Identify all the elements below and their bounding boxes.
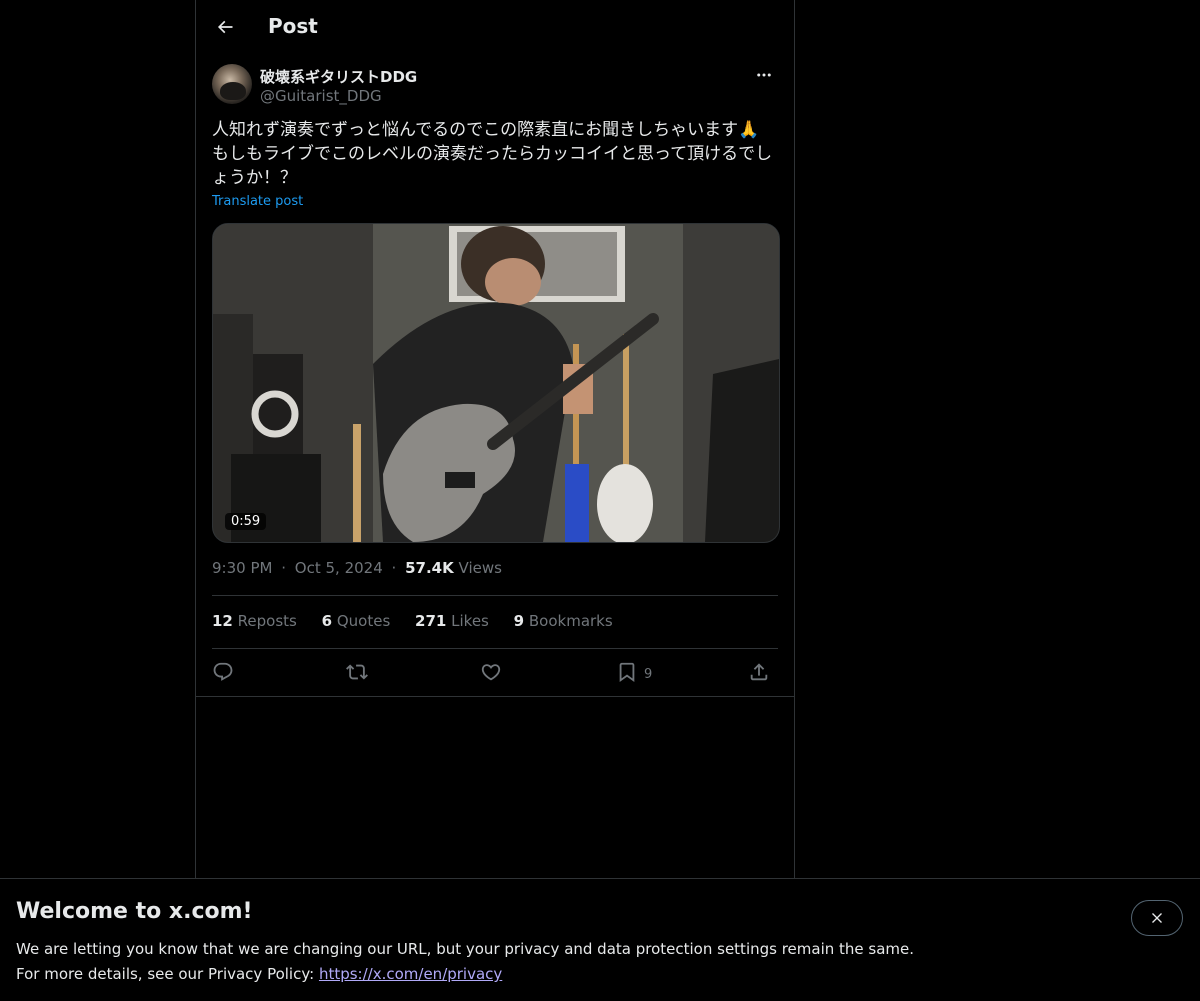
meta-separator: · <box>281 559 287 577</box>
post-actions: 9 <box>212 658 778 686</box>
views-label: Views <box>458 559 502 577</box>
views-count: 57.4K <box>405 559 454 577</box>
video-duration: 0:59 <box>225 513 267 530</box>
quotes-count: 6 <box>321 612 333 630</box>
bookmarks-label: Bookmarks <box>528 612 613 630</box>
more-options-button[interactable] <box>750 64 778 86</box>
welcome-banner: Welcome to x.com! We are letting you kno… <box>0 878 1200 1001</box>
reposts-stat[interactable]: 12 Reposts <box>212 612 297 630</box>
more-dots-icon <box>757 73 771 77</box>
avatar[interactable] <box>212 64 252 104</box>
quotes-stat[interactable]: 6 Quotes <box>322 612 391 630</box>
divider <box>212 595 778 596</box>
bookmark-button[interactable]: 9 <box>616 658 652 686</box>
reposts-label: Reposts <box>237 612 297 630</box>
video-thumbnail <box>213 224 779 542</box>
post-text: 人知れず演奏でずっと悩んでるのでこの際素直にお聞きしちゃいます🙏 もしもライブで… <box>212 120 773 188</box>
likes-label: Likes <box>451 612 489 630</box>
post-stats: 12 Reposts 6 Quotes 271 Likes 9 Bookmark… <box>212 612 633 630</box>
repost-icon <box>346 664 368 680</box>
like-button[interactable] <box>480 658 502 686</box>
privacy-policy-link[interactable]: https://x.com/en/privacy <box>319 965 502 983</box>
primary-column: Post 破壊系ギタリストDDG @Guitarist_DDG 人知れず演奏でず… <box>195 0 795 1000</box>
page-header: Post <box>196 0 794 54</box>
likes-stat[interactable]: 271 Likes <box>415 612 489 630</box>
back-button[interactable] <box>208 10 242 44</box>
meta-separator: · <box>391 559 397 577</box>
close-icon <box>1152 913 1162 923</box>
post-time[interactable]: 9:30 PM <box>212 559 272 577</box>
reply-icon <box>213 662 233 681</box>
post-meta: 9:30 PM · Oct 5, 2024 · 57.4K Views <box>212 559 502 577</box>
arrow-left-icon <box>217 20 233 34</box>
bookmark-count: 9 <box>644 666 653 682</box>
divider <box>212 648 778 649</box>
reply-button[interactable] <box>212 658 234 686</box>
banner-title: Welcome to x.com! <box>16 899 253 924</box>
bookmarks-count: 9 <box>513 612 525 630</box>
reposts-count: 12 <box>212 612 233 630</box>
translate-post-link[interactable]: Translate post <box>212 194 303 209</box>
repost-button[interactable] <box>346 658 368 686</box>
bookmarks-stat[interactable]: 9 Bookmarks <box>514 612 613 630</box>
likes-count: 271 <box>415 612 447 630</box>
author-handle[interactable]: @Guitarist_DDG <box>260 87 382 105</box>
share-icon <box>750 663 768 681</box>
divider <box>196 696 794 697</box>
post-date[interactable]: Oct 5, 2024 <box>295 559 383 577</box>
post-video[interactable]: 0:59 <box>212 223 780 543</box>
close-banner-button[interactable] <box>1131 900 1183 936</box>
banner-text: We are letting you know that we are chan… <box>16 937 914 987</box>
banner-line-2-prefix: For more details, see our Privacy Policy… <box>16 965 319 983</box>
quotes-label: Quotes <box>336 612 391 630</box>
banner-line-1: We are letting you know that we are chan… <box>16 940 915 958</box>
bookmark-icon <box>619 662 635 683</box>
author-display-name[interactable]: 破壊系ギタリストDDG <box>260 66 417 87</box>
heart-icon <box>481 664 501 681</box>
page-title: Post <box>268 14 318 38</box>
share-button[interactable] <box>748 658 770 686</box>
post-author: 破壊系ギタリストDDG @Guitarist_DDG <box>212 64 778 108</box>
banner-line-2: For more details, see our Privacy Policy… <box>16 962 914 987</box>
